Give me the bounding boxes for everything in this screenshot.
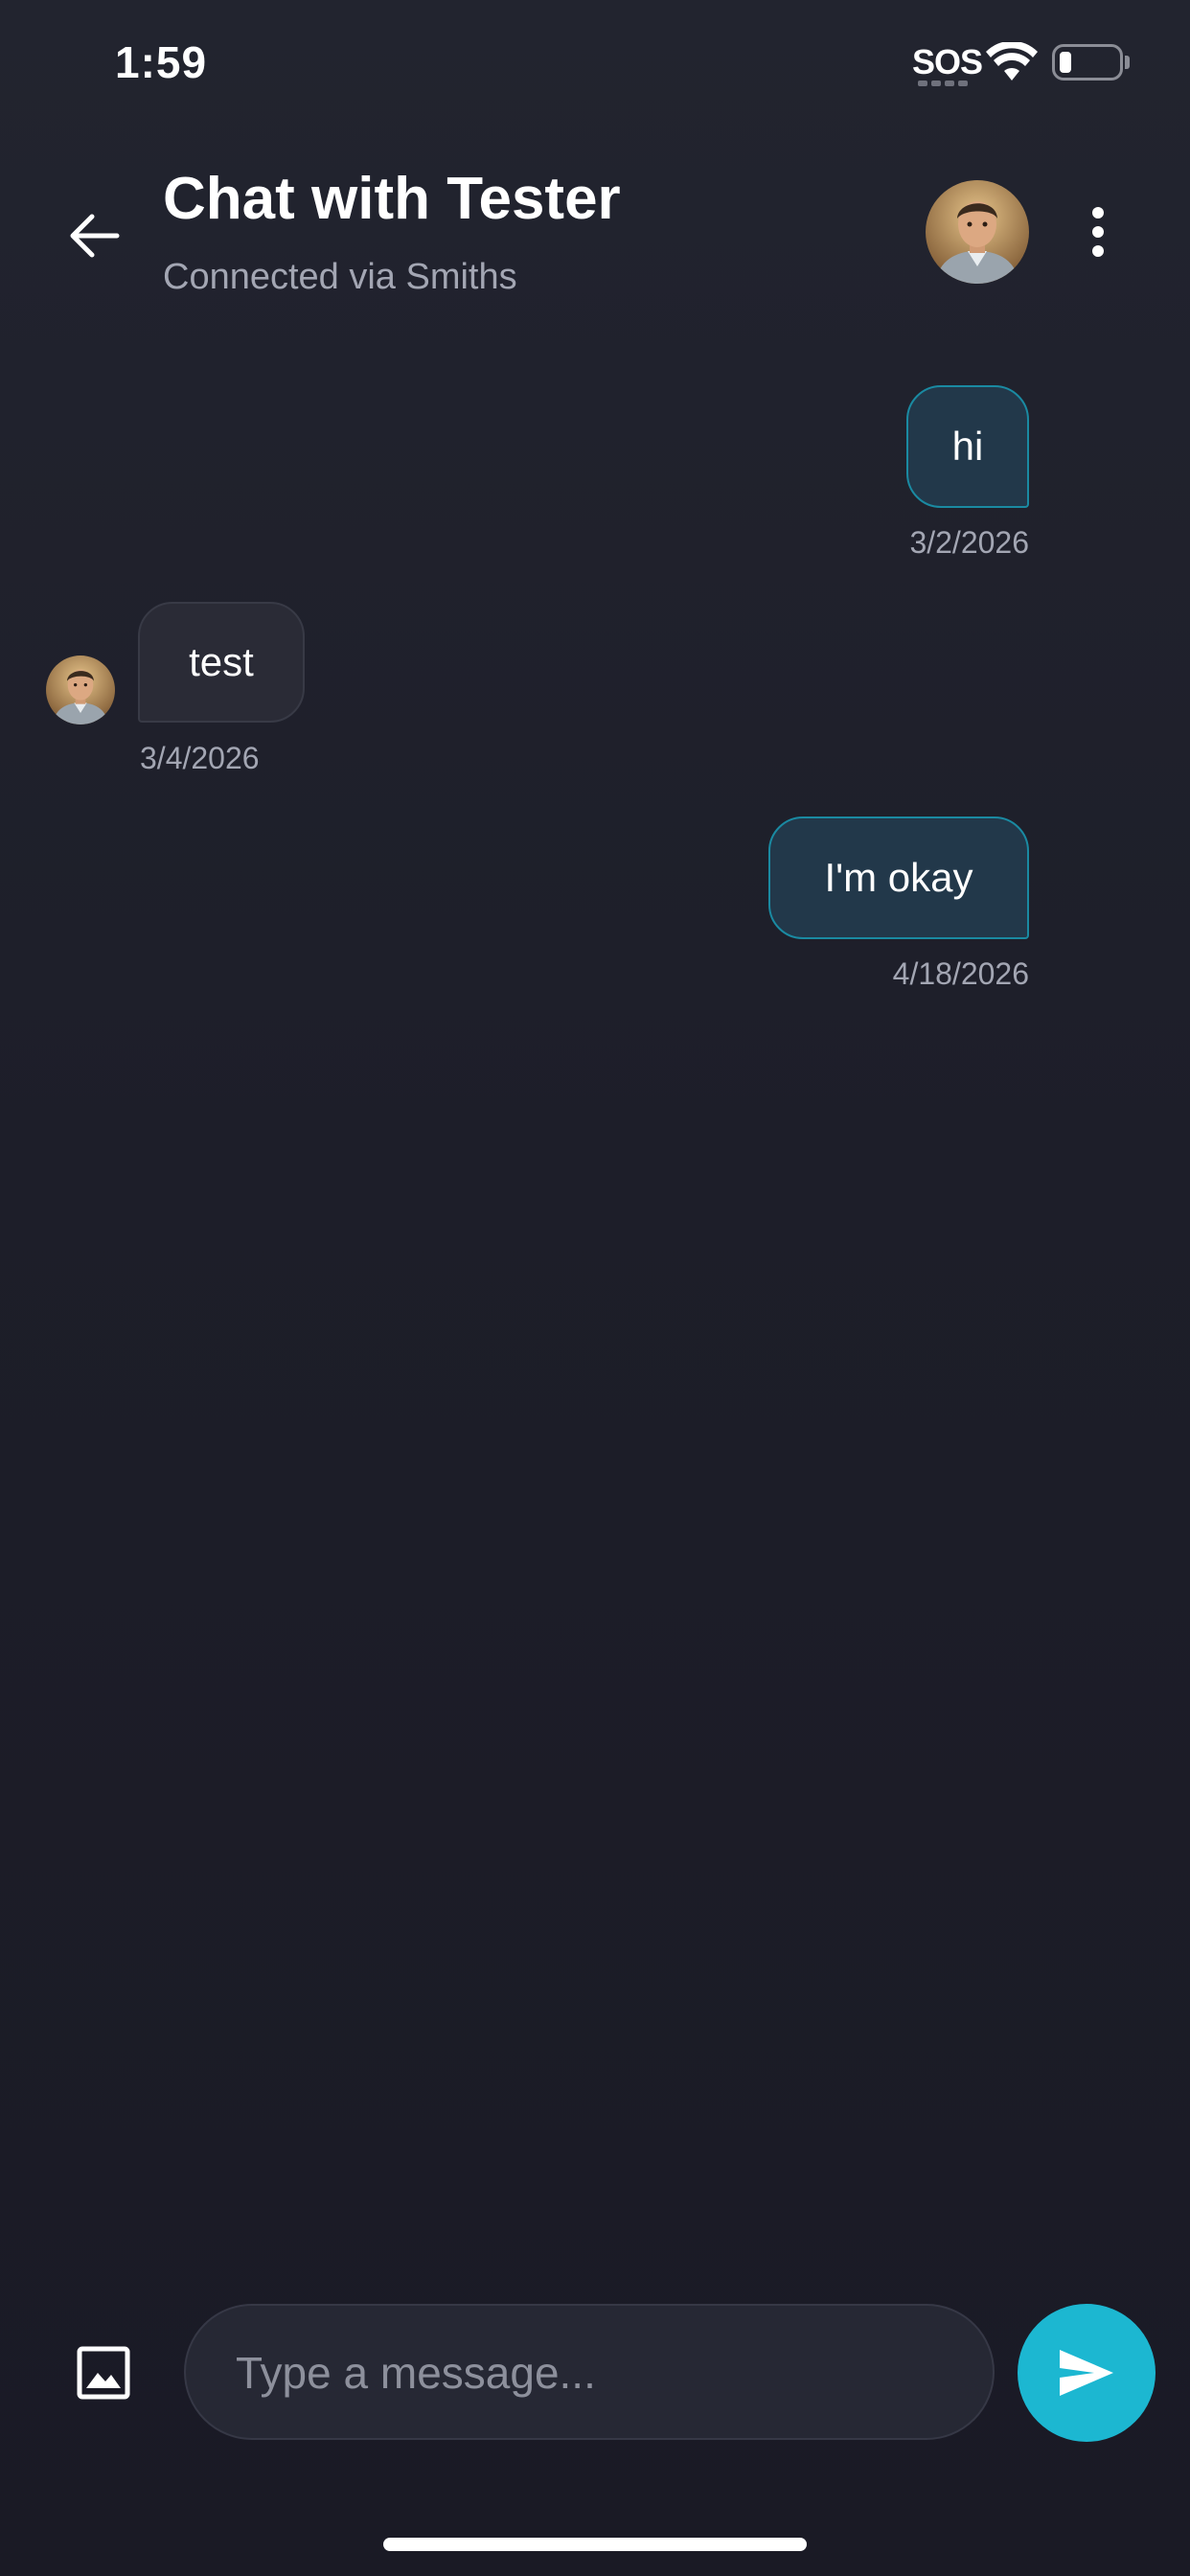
sos-indicator: SOS	[912, 42, 983, 81]
message-bubble-outgoing[interactable]: I'm okay	[768, 816, 1029, 939]
message-timestamp: 3/2/2026	[909, 525, 1029, 560]
message-input[interactable]	[234, 2306, 966, 2440]
connection-subtitle: Connected via Smiths	[163, 257, 517, 297]
image-icon	[77, 2346, 130, 2400]
send-icon	[1060, 2350, 1113, 2396]
avatar[interactable]	[926, 180, 1029, 284]
arrow-left-icon	[70, 214, 120, 258]
cellular-signal-icon	[918, 80, 968, 86]
more-vertical-icon[interactable]	[1073, 203, 1123, 261]
send-button[interactable]	[1018, 2304, 1156, 2442]
message-timestamp: 3/4/2026	[140, 741, 260, 775]
home-indicator[interactable]	[383, 2538, 807, 2551]
wifi-icon	[986, 42, 1038, 80]
message-bubble-incoming[interactable]: test	[138, 602, 305, 723]
message-timestamp: 4/18/2026	[892, 956, 1029, 991]
message-input-container[interactable]	[184, 2304, 995, 2440]
battery-icon	[1052, 44, 1123, 80]
page-title: Chat with Tester	[163, 166, 621, 232]
attach-image-button[interactable]	[75, 2344, 132, 2402]
message-bubble-outgoing[interactable]: hi	[906, 385, 1029, 508]
battery-cap	[1125, 56, 1130, 69]
sender-avatar	[46, 656, 115, 724]
back-button[interactable]	[57, 199, 130, 272]
status-time: 1:59	[115, 37, 208, 87]
